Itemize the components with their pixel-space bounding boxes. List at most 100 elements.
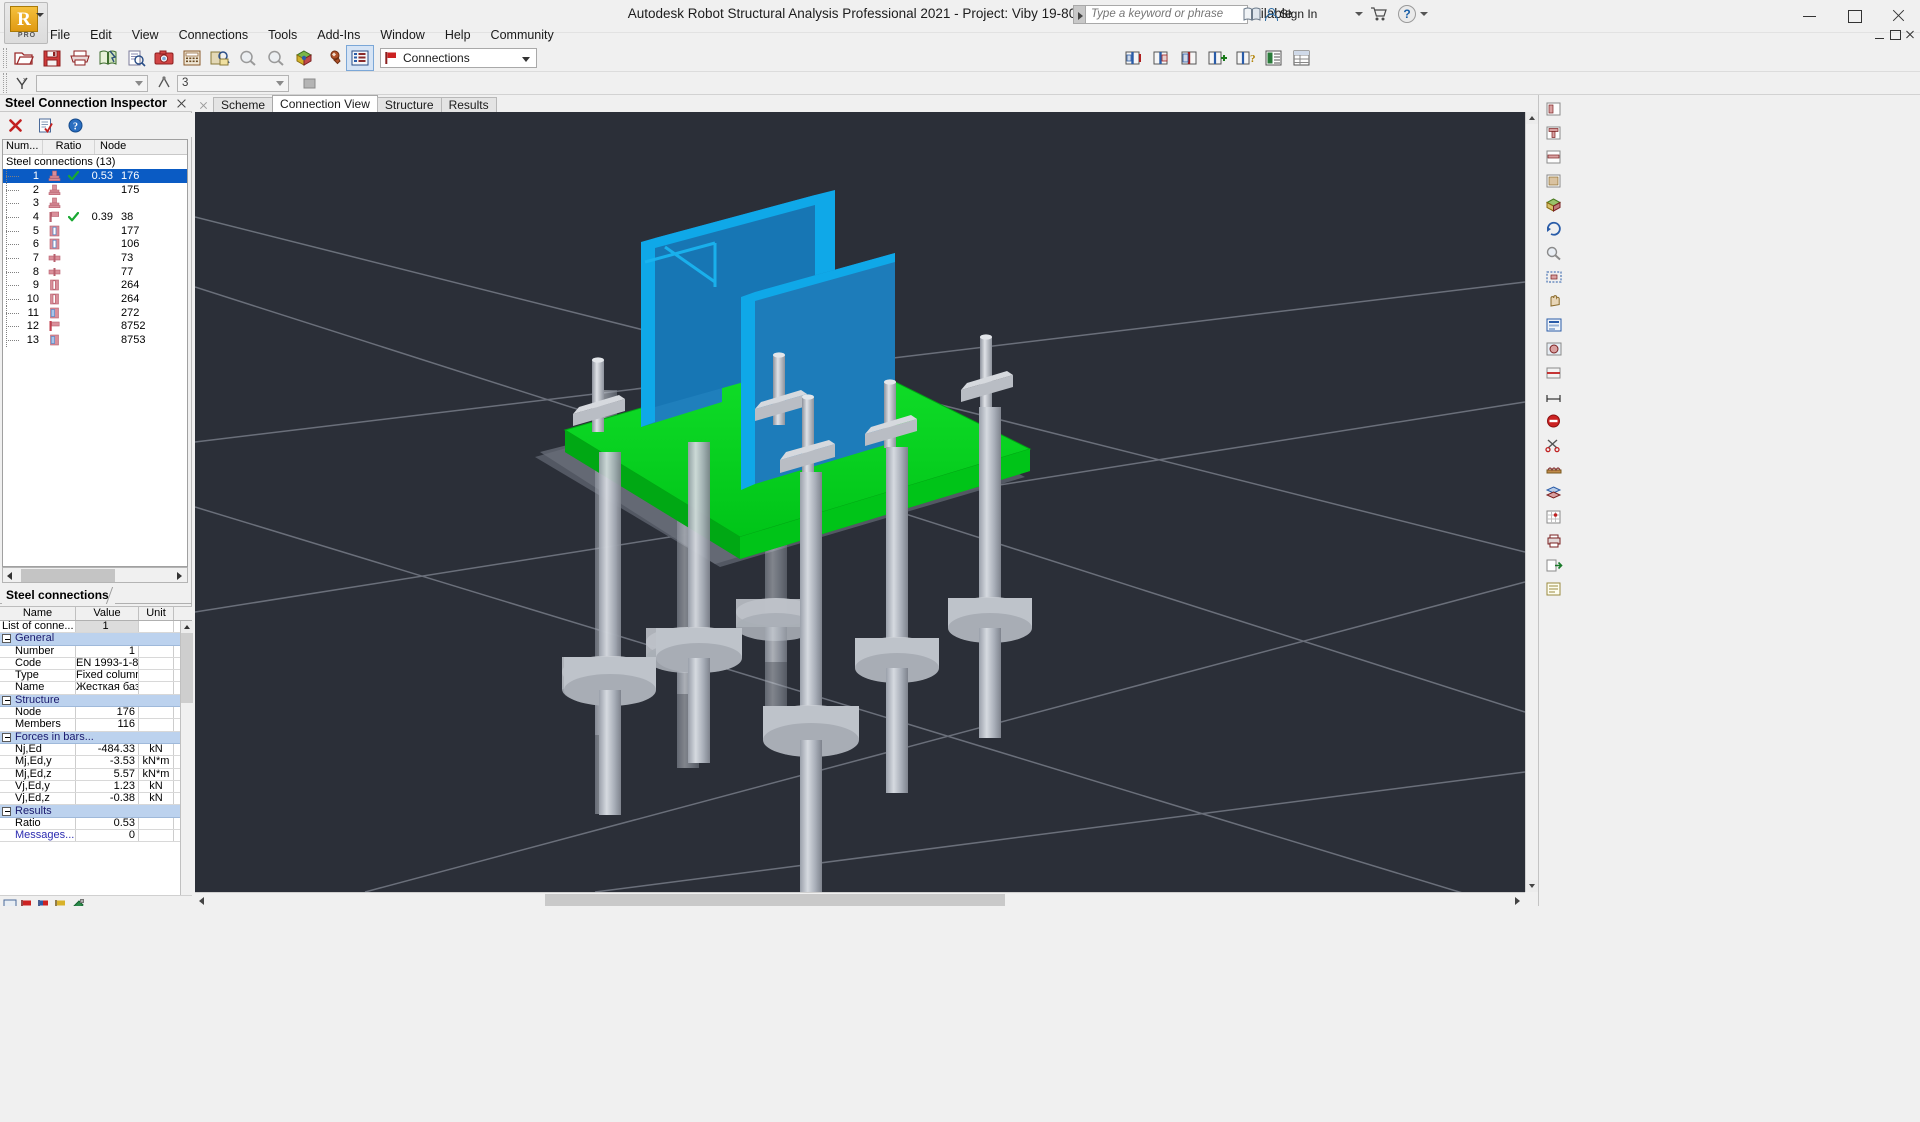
menu-item-tools[interactable]: Tools — [258, 25, 307, 45]
connection-add-button[interactable] — [1205, 46, 1231, 70]
collapse-icon[interactable] — [2, 806, 11, 816]
chevron-down-icon[interactable] — [135, 80, 143, 86]
close-tab-icon[interactable] — [196, 98, 210, 112]
pan-icon[interactable] — [1542, 290, 1566, 312]
connection-tree-row[interactable]: 13 8753 — [3, 333, 187, 347]
zoom-in-button[interactable] — [235, 46, 261, 70]
connection-tree-row[interactable]: 4 0.39 38 — [3, 210, 187, 224]
render-icon[interactable] — [1542, 338, 1566, 360]
property-row[interactable]: Mj,Ed,z 5.57 kN*m — [0, 768, 192, 781]
property-group-header[interactable]: Forces in bars... — [0, 731, 192, 744]
snap-grid-icon[interactable] — [1542, 506, 1566, 528]
tab-steel-connections[interactable]: Steel connections — [2, 587, 115, 604]
menu-item-connections[interactable]: Connections — [169, 25, 259, 45]
property-row[interactable]: Node 176 — [0, 707, 192, 720]
notes-icon[interactable] — [1542, 578, 1566, 600]
connection-info-button[interactable]: ? — [1233, 46, 1259, 70]
weld-icon[interactable] — [1542, 458, 1566, 480]
toolbar2-grip[interactable] — [3, 73, 7, 93]
connection-tree-row[interactable]: 8 77 — [3, 265, 187, 279]
print-area-icon[interactable] — [1542, 530, 1566, 552]
view-3d-button[interactable] — [291, 46, 317, 70]
connection-tree-row[interactable]: 12 8752 — [3, 319, 187, 334]
menu-item-window[interactable]: Window — [370, 25, 434, 45]
property-row[interactable]: Vj,Ed,z -0.38 kN — [0, 793, 192, 806]
menu-item-view[interactable]: View — [122, 25, 169, 45]
section-icon[interactable] — [1542, 362, 1566, 384]
tab-structure[interactable]: Structure — [376, 97, 442, 112]
verify-connection-button[interactable] — [35, 115, 55, 135]
menu-item-add-ins[interactable]: Add-Ins — [307, 25, 370, 45]
property-row[interactable]: NameЖесткая база... — [0, 682, 192, 695]
print-button[interactable] — [67, 46, 93, 70]
scroll-left-icon[interactable] — [3, 568, 17, 582]
connection-tree-row[interactable]: 9 264 — [3, 278, 187, 293]
view-side-icon[interactable] — [1542, 146, 1566, 168]
search-input[interactable] — [1086, 4, 1248, 24]
scroll-up-icon[interactable] — [181, 621, 193, 633]
display-options-icon[interactable] — [1542, 314, 1566, 336]
connection-report-button[interactable] — [1261, 46, 1287, 70]
connection-view-3d-viewport[interactable] — [195, 112, 1525, 892]
collapse-icon[interactable] — [2, 695, 11, 705]
print-preview-button[interactable] — [123, 46, 149, 70]
stop-icon[interactable] — [1542, 410, 1566, 432]
zoom-out-button[interactable] — [263, 46, 289, 70]
scroll-left-icon[interactable] — [195, 893, 208, 906]
property-group-header[interactable]: Structure — [0, 694, 192, 708]
delete-connection-button[interactable] — [5, 115, 25, 135]
mdi-maximize-button[interactable] — [1888, 28, 1901, 41]
tab-results[interactable]: Results — [440, 97, 497, 112]
tree-scroll-thumb[interactable] — [21, 568, 115, 582]
view-initial-icon[interactable] — [1542, 98, 1566, 120]
counter-icon-button[interactable] — [154, 74, 174, 93]
chevron-down-icon[interactable] — [276, 80, 284, 86]
menu-item-file[interactable]: File — [40, 25, 80, 45]
scroll-up-icon[interactable] — [1526, 112, 1538, 124]
zoom-all-icon[interactable] — [1542, 266, 1566, 288]
chevron-down-icon[interactable] — [36, 13, 44, 17]
export-icon[interactable] — [1542, 554, 1566, 576]
tree-horizontal-scrollbar[interactable] — [2, 567, 188, 583]
calculations-button[interactable] — [179, 46, 205, 70]
connection-tree-row[interactable]: 6 106 — [3, 237, 187, 251]
apply-button[interactable] — [298, 74, 320, 93]
scroll-right-icon[interactable] — [1511, 893, 1524, 906]
property-row[interactable]: Number 1 — [0, 645, 192, 658]
collapse-icon[interactable] — [2, 732, 11, 742]
property-group-header[interactable]: General — [0, 633, 192, 646]
property-row[interactable]: Ratio 0.53 — [0, 817, 192, 831]
printout-composition-button[interactable] — [95, 46, 121, 70]
job-preferences-button[interactable] — [207, 46, 233, 70]
property-row[interactable]: Messages... 0 — [0, 830, 192, 843]
tools-button[interactable] — [319, 46, 345, 70]
chevron-down-icon[interactable] — [522, 57, 530, 62]
scroll-down-icon[interactable] — [1526, 880, 1538, 892]
screen-capture-button[interactable] — [151, 46, 177, 70]
connection-code-button[interactable] — [1177, 46, 1203, 70]
inspector-close-icon[interactable] — [176, 98, 187, 109]
connection-tree-row[interactable]: 7 73 — [3, 251, 187, 265]
connection-tree-row[interactable]: 11 272 — [3, 306, 187, 320]
connection-tree-row[interactable]: 5 177 — [3, 224, 187, 238]
connection-tree-row[interactable]: 1 0.53 176 — [3, 169, 187, 183]
property-row[interactable]: Members 116 — [0, 719, 192, 732]
scroll-right-icon[interactable] — [172, 568, 186, 582]
save-button[interactable] — [39, 46, 65, 70]
mdi-close-button[interactable] — [1903, 28, 1916, 41]
collapse-icon[interactable] — [2, 634, 11, 644]
viewport-vertical-scrollbar[interactable] — [1525, 112, 1538, 892]
help-button[interactable]: ? — [1398, 5, 1416, 23]
connection-tree-row[interactable]: 10 264 — [3, 292, 187, 306]
viewport-scroll-thumb[interactable] — [545, 893, 1005, 906]
sign-in-chevron-icon[interactable] — [1355, 12, 1363, 16]
connection-list-button[interactable] — [1149, 46, 1175, 70]
view-3d-icon[interactable] — [1542, 194, 1566, 216]
dimension-icon[interactable] — [1542, 386, 1566, 408]
view-front-icon[interactable] — [1542, 122, 1566, 144]
rotate-icon[interactable] — [1542, 218, 1566, 240]
layers-icon[interactable] — [1542, 482, 1566, 504]
connection-tree-row[interactable]: 2 175 — [3, 183, 187, 197]
view-top-icon[interactable] — [1542, 170, 1566, 192]
sign-in-button[interactable]: Sign In — [1265, 5, 1317, 23]
